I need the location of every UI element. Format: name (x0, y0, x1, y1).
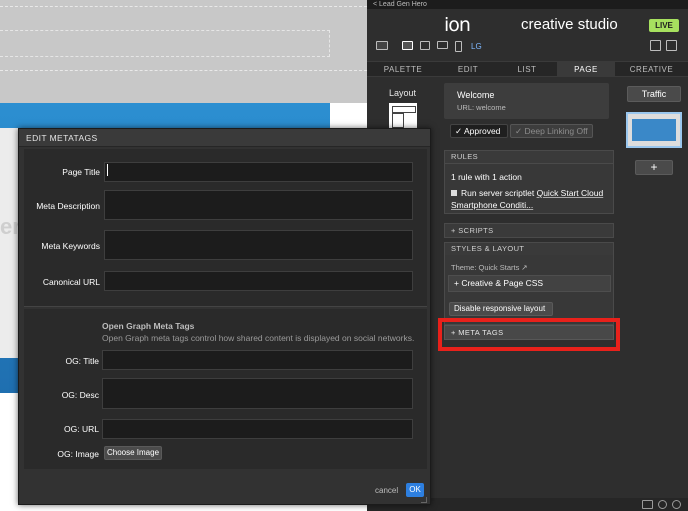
breadcrumb[interactable]: < Lead Gen Hero (367, 0, 688, 9)
layout-icon[interactable] (389, 103, 417, 129)
guide-line (0, 70, 367, 71)
tab-page[interactable]: PAGE (557, 62, 615, 77)
ion-logo: ion (444, 14, 471, 36)
rules-header[interactable]: RULES (444, 150, 614, 164)
approved-toggle[interactable]: ✓ Approved (450, 124, 508, 138)
tablet-landscape-icon[interactable] (437, 41, 448, 49)
rules-panel: 1 rule with 1 action Run server scriptle… (444, 164, 614, 214)
desktop-icon[interactable] (402, 41, 413, 50)
hero-ghost-text: er (0, 214, 21, 239)
tab-palette[interactable]: PALETTE (367, 62, 439, 77)
tab-creative[interactable]: CREATIVE (615, 62, 688, 77)
meta-keywords-input[interactable] (104, 230, 413, 260)
layout-toggle-icon[interactable] (376, 41, 388, 50)
layout-label: Layout (389, 88, 417, 98)
og-image-label: OG: Image (57, 449, 99, 459)
choose-image-button[interactable]: Choose Image (104, 446, 162, 460)
og-url-label: OG: URL (64, 424, 99, 434)
traffic-button[interactable]: Traffic (627, 86, 681, 102)
page-name: Welcome (457, 90, 495, 100)
canonical-url-input[interactable] (104, 271, 413, 291)
settings-icon[interactable] (672, 500, 681, 509)
help-icon[interactable] (658, 500, 667, 509)
og-title-label: OG: Title (65, 356, 99, 366)
tab-list[interactable]: LIST (497, 62, 557, 77)
rule-action-prefix: Run server scriptlet (461, 188, 537, 198)
rule-action[interactable]: Run server scriptlet Quick Start Cloud S… (451, 187, 611, 211)
og-desc-label: OG: Desc (61, 390, 99, 400)
live-badge[interactable]: LIVE (649, 19, 679, 32)
keyboard-icon[interactable] (642, 500, 653, 509)
rules-summary: 1 rule with 1 action (451, 172, 522, 182)
styles-header[interactable]: STYLES & LAYOUT (444, 242, 614, 256)
scripts-header[interactable]: + SCRIPTS (444, 223, 614, 238)
creative-thumbnail[interactable] (626, 112, 682, 148)
og-desc-input[interactable] (102, 378, 413, 409)
highlight-box (438, 318, 620, 351)
device-toolbar: LG (367, 37, 688, 57)
tab-edit[interactable]: EDIT (439, 62, 497, 77)
page-url: URL: welcome (457, 103, 506, 112)
og-title-input[interactable] (102, 350, 413, 370)
canonical-url-label: Canonical URL (42, 277, 100, 287)
app-title: creative studio (521, 16, 618, 33)
deep-linking-toggle[interactable]: ✓ Deep Linking Off (510, 124, 593, 138)
cancel-button[interactable]: cancel (375, 486, 398, 495)
css-button[interactable]: + Creative & Page CSS (448, 275, 611, 292)
resize-handle[interactable] (421, 497, 427, 503)
page-summary[interactable]: Welcome URL: welcome (444, 83, 609, 119)
page-title-label: Page Title (62, 167, 100, 177)
add-creative-button[interactable]: + (635, 160, 673, 175)
styles-panel: Theme: Quick Starts ↗ + Creative & Page … (444, 255, 614, 325)
tablet-icon[interactable] (420, 41, 430, 50)
disable-responsive-button[interactable]: Disable responsive layout (449, 302, 553, 316)
export-icon[interactable] (650, 40, 661, 51)
size-label[interactable]: LG (471, 42, 482, 51)
og-url-input[interactable] (102, 419, 413, 439)
og-heading: Open Graph Meta Tags (102, 321, 195, 331)
theme-link[interactable]: Theme: Quick Starts ↗ (451, 263, 528, 272)
meta-description-input[interactable] (104, 190, 413, 220)
page-title-input[interactable] (104, 162, 413, 182)
dialog-title: EDIT METATAGS (19, 129, 430, 147)
guide-line (0, 6, 367, 7)
og-description: Open Graph meta tags control how shared … (102, 333, 415, 343)
ok-button[interactable]: OK (406, 483, 424, 497)
panel-tabs: PALETTE EDIT LIST PAGE CREATIVE (367, 61, 688, 77)
meta-description-label: Meta Description (36, 201, 100, 211)
meta-keywords-label: Meta Keywords (41, 241, 100, 251)
notes-icon[interactable] (666, 40, 677, 51)
text-caret (107, 164, 108, 176)
scriptlet-icon (451, 190, 457, 196)
phone-icon[interactable] (455, 41, 462, 52)
drop-zone (0, 30, 330, 57)
